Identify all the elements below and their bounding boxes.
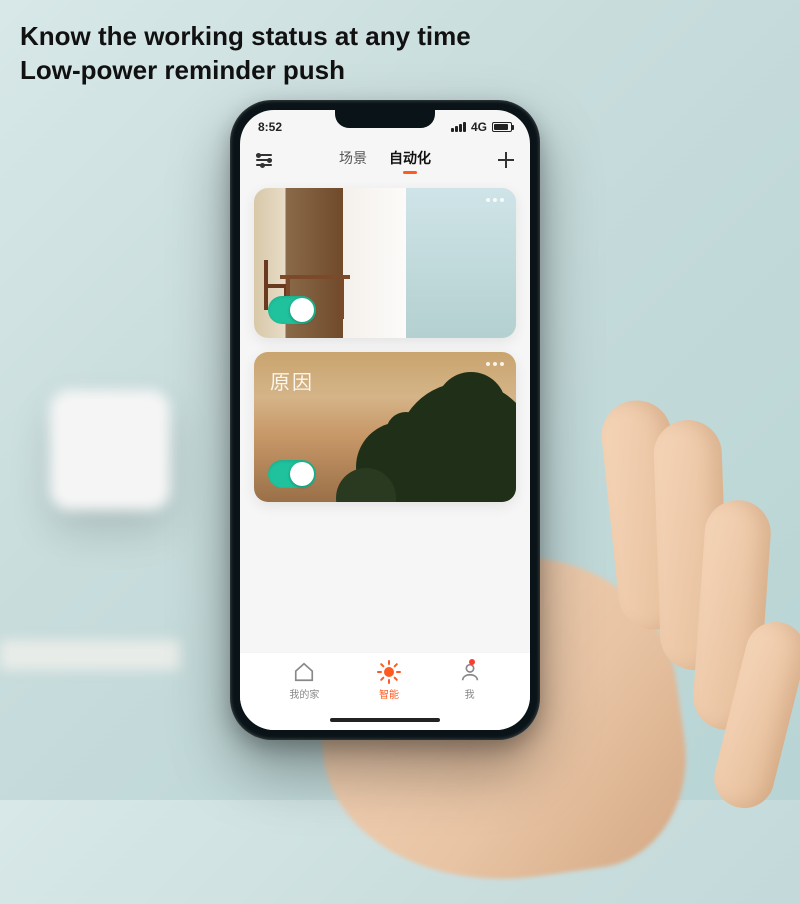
sun-icon <box>378 661 400 683</box>
nav-smart[interactable]: 智能 <box>378 661 400 701</box>
battery-icon <box>492 122 512 132</box>
bottom-nav: 我的家 智能 我 <box>240 652 530 730</box>
headline-line2: Low-power reminder push <box>20 54 471 88</box>
nav-home[interactable]: 我的家 <box>289 661 319 701</box>
scene-toggle[interactable] <box>268 296 316 324</box>
phone-frame: 8:52 4G 场景 自动化 <box>230 100 540 740</box>
nav-label: 我 <box>465 686 475 701</box>
card-menu-icon[interactable] <box>486 362 504 366</box>
background-surface <box>0 640 180 670</box>
background-device <box>50 390 170 510</box>
network-label: 4G <box>471 120 487 134</box>
scene-toggle[interactable] <box>268 460 316 488</box>
phone-notch <box>335 110 435 128</box>
profile-icon <box>459 661 481 683</box>
tab-automation[interactable]: 自动化 <box>389 148 431 172</box>
nav-label: 我的家 <box>289 686 319 701</box>
status-time: 8:52 <box>258 120 282 134</box>
scene-card-dining[interactable] <box>254 188 516 338</box>
add-icon[interactable] <box>498 152 514 168</box>
home-icon <box>293 661 315 683</box>
headline-line1: Know the working status at any time <box>20 20 471 54</box>
scene-card-list[interactable]: 原因 <box>240 182 530 652</box>
phone-screen: 8:52 4G 场景 自动化 <box>240 110 530 730</box>
signal-icon <box>451 122 466 132</box>
scene-label: 原因 <box>270 366 314 395</box>
tab-scenes[interactable]: 场景 <box>339 148 367 172</box>
filter-icon[interactable] <box>256 154 272 166</box>
marketing-headline: Know the working status at any time Low-… <box>20 20 471 88</box>
card-menu-icon[interactable] <box>486 198 504 202</box>
header-tabs: 场景 自动化 <box>339 148 431 172</box>
app-header: 场景 自动化 <box>240 140 530 182</box>
scene-card-sunset[interactable]: 原因 <box>254 352 516 502</box>
nav-profile[interactable]: 我 <box>459 661 481 701</box>
nav-label: 智能 <box>379 686 399 701</box>
